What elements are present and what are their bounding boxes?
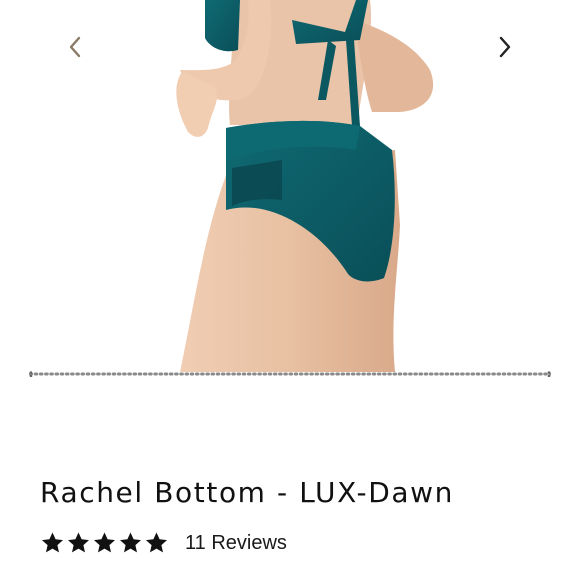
reviews-link[interactable]: 11 Reviews [185, 532, 287, 555]
star-icon [120, 532, 141, 553]
product-image-gallery [0, 0, 580, 372]
star-rating [40, 531, 169, 555]
star-icon [146, 532, 167, 553]
star-icon [42, 532, 63, 553]
next-image-button[interactable] [490, 30, 520, 64]
chevron-right-icon [499, 36, 511, 58]
star-icon [68, 532, 89, 553]
product-title: Rachel Bottom - LUX-Dawn [40, 476, 455, 509]
star-icon [94, 532, 115, 553]
product-rating[interactable]: 11 Reviews [40, 527, 287, 559]
dotted-divider [29, 371, 551, 377]
chevron-left-icon [69, 36, 81, 58]
previous-image-button[interactable] [60, 30, 90, 64]
